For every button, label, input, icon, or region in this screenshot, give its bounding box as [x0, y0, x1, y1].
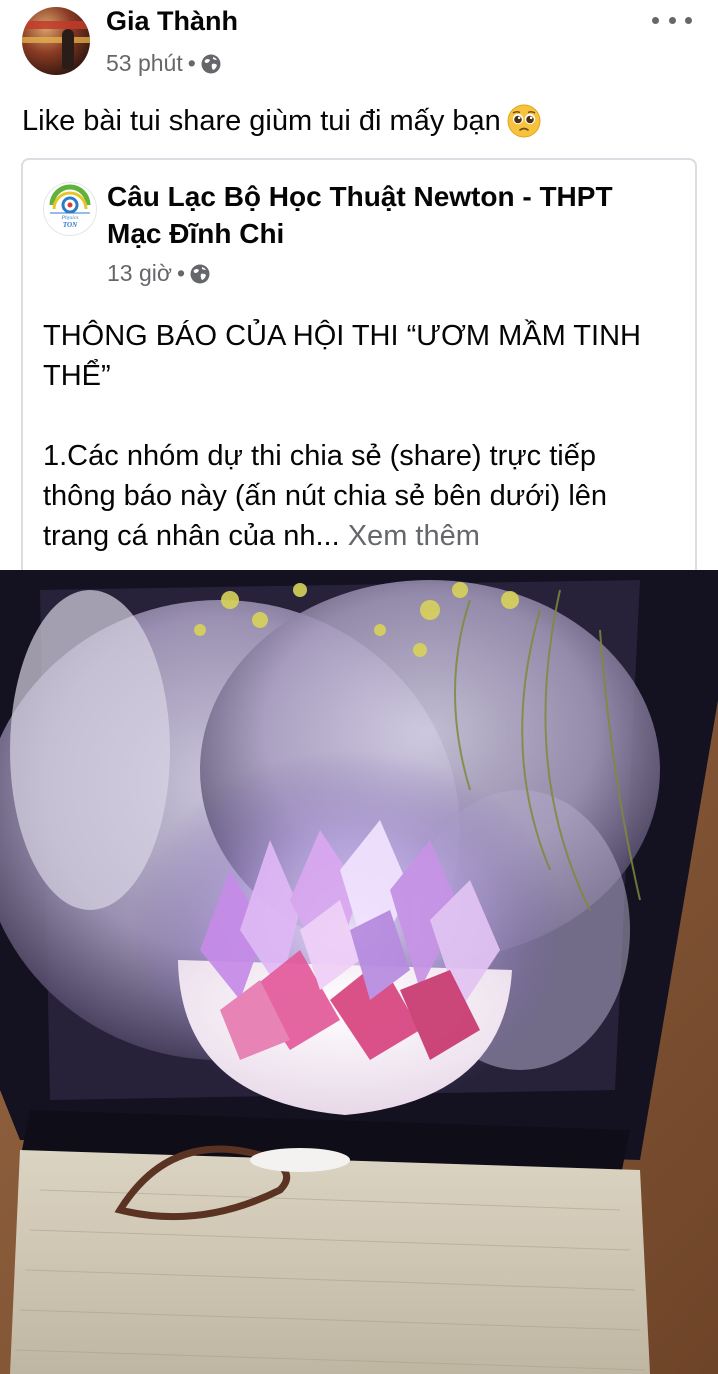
logo-text-ton: TON	[63, 221, 78, 229]
meta-separator: •	[176, 260, 186, 286]
pleading-face-emoji	[507, 104, 541, 138]
shared-post-meta: 13 giờ •	[107, 260, 210, 287]
globe-icon	[201, 54, 221, 73]
notice-body: 1.Các nhóm dự thi chia sẻ (share) trực t…	[43, 436, 673, 556]
author-avatar[interactable]	[22, 7, 90, 75]
crystal-photo-image	[0, 570, 718, 1374]
shared-post-time[interactable]: 13 giờ	[107, 260, 172, 287]
more-options-icon[interactable]	[652, 10, 692, 30]
shared-post-card[interactable]: Physics TON Câu Lạc Bộ Học Thuật Newton …	[21, 158, 697, 588]
post-photo[interactable]	[0, 570, 718, 1374]
post-time[interactable]: 53 phút	[106, 50, 183, 77]
shared-page-name[interactable]: Câu Lạc Bộ Học Thuật Newton - THPT Mạc Đ…	[107, 178, 667, 252]
post-text: Like bài tui share giùm tui đi mấy bạn	[22, 104, 541, 138]
author-name[interactable]: Gia Thành	[106, 6, 238, 37]
post-meta: 53 phút •	[106, 50, 221, 77]
notice-title: THÔNG BÁO CỦA HỘI THI “ƯƠM MẦM TINH THỂ”	[43, 320, 641, 392]
page-logo[interactable]: Physics TON	[43, 182, 97, 236]
notice-body-text: 1.Các nhóm dự thi chia sẻ (share) trực t…	[43, 440, 608, 552]
globe-icon	[190, 264, 210, 283]
meta-separator: •	[187, 50, 196, 76]
post-header: Gia Thành 53 phút •	[0, 0, 718, 90]
post-message: Like bài tui share giùm tui đi mấy bạn	[22, 104, 501, 137]
see-more-link[interactable]: Xem thêm	[348, 520, 480, 552]
